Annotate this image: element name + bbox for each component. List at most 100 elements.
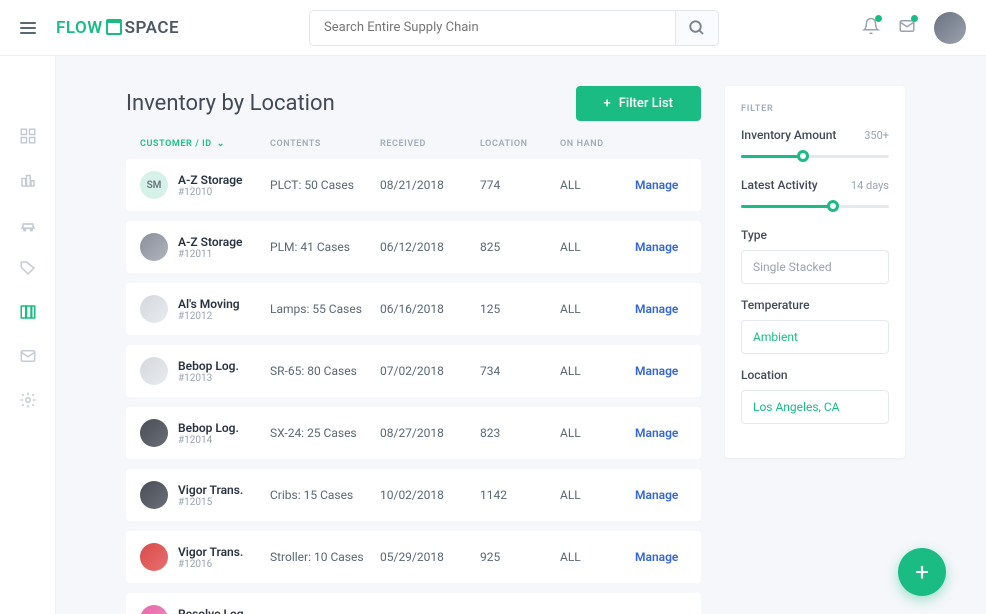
customer-name: Bebop Log. (178, 421, 239, 435)
plus-icon: + (604, 96, 611, 111)
col-received[interactable]: RECEIVED (380, 139, 480, 149)
contents-cell: SR-65: 80 Cases (270, 364, 380, 378)
filter-title: FILTER (741, 104, 889, 114)
manage-link[interactable]: Manage (635, 240, 715, 254)
received-cell: 05/29/2018 (380, 550, 480, 564)
menu-icon[interactable] (20, 22, 36, 34)
table-header: CUSTOMER / ID⌄ CONTENTS RECEIVED LOCATIO… (126, 139, 701, 159)
inventory-slider[interactable] (741, 148, 889, 164)
manage-link[interactable]: Manage (635, 178, 715, 192)
received-cell: 06/16/2018 (380, 302, 480, 316)
search-input[interactable] (309, 10, 675, 46)
filter-panel: FILTER Inventory Amount 350+ Latest Acti… (725, 86, 905, 458)
filter-inventory-label: Inventory Amount (741, 128, 836, 142)
col-onhand[interactable]: ON HAND (560, 139, 635, 149)
received-cell: 07/02/2018 (380, 364, 480, 378)
col-contents[interactable]: CONTENTS (270, 139, 380, 149)
onhand-cell: ALL (560, 488, 635, 502)
received-cell: 08/21/2018 (380, 178, 480, 192)
logo[interactable]: FLOW SPACE (56, 18, 179, 38)
manage-link[interactable]: Manage (635, 364, 715, 378)
filter-activity-value: 14 days (851, 179, 889, 192)
topbar: FLOW SPACE (0, 0, 986, 56)
customer-id: #12015 (178, 497, 243, 508)
slider-fill (741, 205, 833, 208)
table-row[interactable]: A-Z Storage #12011 PLM: 41 Cases 06/12/2… (126, 221, 701, 273)
nav-settings[interactable] (18, 390, 38, 410)
main: Inventory by Location + Filter List CUST… (56, 56, 986, 614)
location-cell: 734 (480, 364, 560, 378)
page-title: Inventory by Location (126, 91, 335, 116)
grid-icon (19, 127, 37, 145)
sidebar (0, 56, 56, 614)
onhand-cell: ALL (560, 426, 635, 440)
manage-link[interactable]: Manage (635, 302, 715, 316)
table-row[interactable]: Vigor Trans. #12016 Stroller: 10 Cases 0… (126, 531, 701, 583)
customer-cell: Resolve Log. #12017 (140, 605, 270, 614)
nav-mail[interactable] (18, 346, 38, 366)
search-button[interactable] (675, 10, 719, 46)
filter-type-label: Type (741, 228, 889, 242)
add-fab[interactable]: + (898, 548, 946, 596)
received-cell: 06/12/2018 (380, 240, 480, 254)
table-row[interactable]: Al's Moving #12012 Lamps: 55 Cases 06/16… (126, 283, 701, 335)
filter-list-button[interactable]: + Filter List (576, 86, 701, 121)
plus-icon: + (915, 558, 929, 586)
notifications-button[interactable] (862, 17, 880, 39)
col-location[interactable]: LOCATION (480, 139, 560, 149)
inventory-table: CUSTOMER / ID⌄ CONTENTS RECEIVED LOCATIO… (126, 139, 701, 614)
customer-cell: Bebop Log. #12014 (140, 419, 270, 447)
col-customer[interactable]: CUSTOMER / ID⌄ (140, 139, 270, 149)
nav-fleet[interactable] (18, 214, 38, 234)
manage-link[interactable]: Manage (635, 550, 715, 564)
filter-location-select[interactable]: Los Angeles, CA (741, 390, 889, 424)
topbar-right (862, 12, 966, 44)
nav-tags[interactable] (18, 258, 38, 278)
location-cell: 125 (480, 302, 560, 316)
filter-list-label: Filter List (619, 96, 673, 111)
filter-temp-select[interactable]: Ambient (741, 320, 889, 354)
messages-button[interactable] (898, 17, 916, 39)
row-avatar: SM (140, 171, 168, 199)
manage-link[interactable]: Manage (635, 426, 715, 440)
tag-icon (19, 259, 37, 277)
table-row[interactable]: SM A-Z Storage #12010 PLCT: 50 Cases 08/… (126, 159, 701, 211)
activity-slider[interactable] (741, 198, 889, 214)
location-cell: 1142 (480, 488, 560, 502)
row-avatar (140, 295, 168, 323)
filter-type-select[interactable]: Single Stacked (741, 250, 889, 284)
manage-link[interactable]: Manage (635, 488, 715, 502)
onhand-cell: ALL (560, 302, 635, 316)
car-icon (18, 214, 38, 234)
layout: Inventory by Location + Filter List CUST… (0, 56, 986, 614)
chevron-down-icon: ⌄ (217, 139, 225, 149)
slider-thumb[interactable] (797, 150, 809, 162)
gear-icon (19, 391, 37, 409)
contents-cell: PLM: 41 Cases (270, 240, 380, 254)
location-cell: 823 (480, 426, 560, 440)
row-avatar (140, 419, 168, 447)
table-row[interactable]: Bebop Log. #12013 SR-65: 80 Cases 07/02/… (126, 345, 701, 397)
table-row[interactable]: Bebop Log. #12014 SX-24: 25 Cases 08/27/… (126, 407, 701, 459)
onhand-cell: ALL (560, 240, 635, 254)
onhand-cell: ALL (560, 178, 635, 192)
nav-inventory[interactable] (18, 302, 38, 322)
received-cell: 08/27/2018 (380, 426, 480, 440)
slider-thumb[interactable] (827, 200, 839, 212)
notification-dot (875, 15, 882, 22)
col-action (635, 139, 715, 149)
row-avatar (140, 357, 168, 385)
user-avatar[interactable] (934, 12, 966, 44)
buildings-icon (19, 171, 37, 189)
onhand-cell: ALL (560, 550, 635, 564)
customer-cell: Vigor Trans. #12015 (140, 481, 270, 509)
table-row[interactable]: Resolve Log. #12017 Socks: 50 cases 03/0… (126, 593, 701, 614)
customer-id: #12016 (178, 559, 243, 570)
table-row[interactable]: Vigor Trans. #12015 Cribs: 15 Cases 10/0… (126, 469, 701, 521)
customer-name: Resolve Log. (178, 607, 247, 614)
row-avatar (140, 233, 168, 261)
nav-warehouses[interactable] (18, 170, 38, 190)
nav-dashboard[interactable] (18, 126, 38, 146)
filter-activity-row: Latest Activity 14 days (741, 178, 889, 192)
customer-name: A-Z Storage (178, 173, 243, 187)
